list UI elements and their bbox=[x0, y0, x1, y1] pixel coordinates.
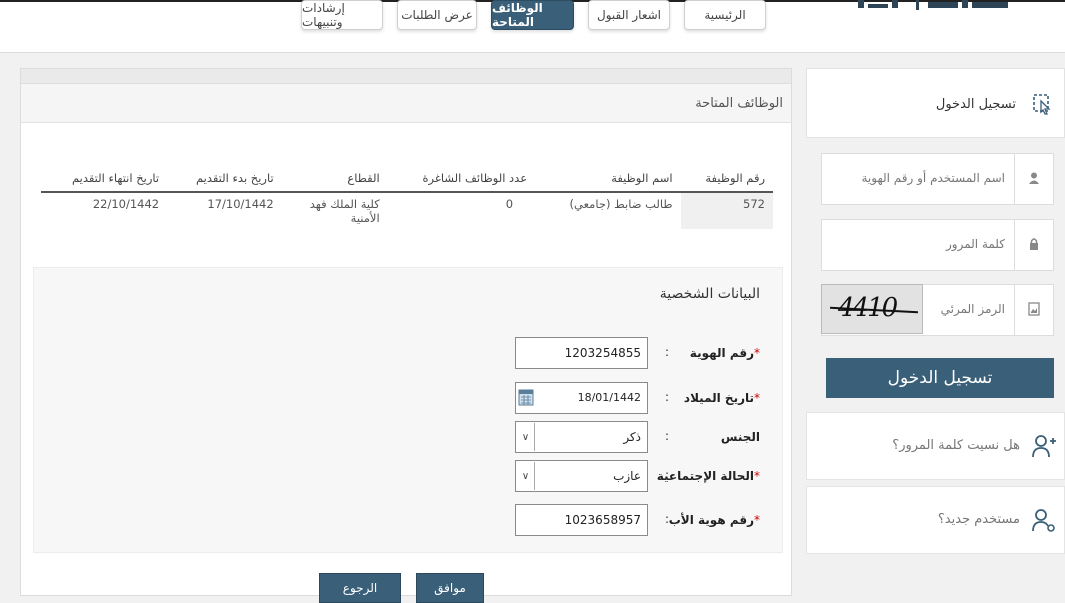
cell-start-date: 17/10/1442 bbox=[207, 197, 274, 211]
nav-available-jobs[interactable]: الوظائف المتاحة bbox=[491, 0, 574, 30]
captcha-placeholder: الرمز المرئي bbox=[940, 302, 1005, 316]
login-icon bbox=[1033, 94, 1051, 115]
main-panel: الوظائف المتاحة رقم الوظيفة اسم الوظيفة … bbox=[20, 68, 792, 603]
forgot-password-label: هل نسيت كلمة المرور؟ bbox=[892, 438, 1020, 453]
id-input[interactable]: 1203254855 bbox=[515, 337, 648, 369]
col-job-number: رقم الوظيفة bbox=[680, 165, 773, 193]
cell-sector: كلية الملك فهد الأمنية bbox=[309, 197, 380, 225]
nav-instructions[interactable]: إرشادات وتنبيهات bbox=[301, 0, 383, 30]
father-id-row: رقم هوية الأب* : 1023658957 bbox=[32, 504, 782, 536]
page-title: الوظائف المتاحة bbox=[695, 96, 783, 111]
calendar-icon[interactable] bbox=[518, 388, 534, 406]
personal-data-title: البيانات الشخصية bbox=[659, 286, 760, 302]
captcha-image: 4410 bbox=[821, 284, 923, 334]
back-button[interactable]: الرجوع bbox=[319, 573, 401, 603]
user-icon bbox=[1029, 172, 1039, 184]
id-label: رقم الهوية* bbox=[689, 346, 760, 360]
login-title: تسجيل الدخول bbox=[935, 97, 1016, 112]
father-id-label: رقم هوية الأب* bbox=[668, 513, 760, 527]
forgot-password-link[interactable]: هل نسيت كلمة المرور؟ bbox=[806, 412, 1065, 480]
id-row: رقم الهوية* : 1203254855 bbox=[32, 337, 782, 369]
image-icon bbox=[1028, 302, 1040, 316]
cell-end-date: 22/10/1442 bbox=[92, 197, 160, 211]
lock-icon bbox=[1030, 238, 1038, 250]
login-header: تسجيل الدخول bbox=[806, 68, 1065, 138]
table-header-row: رقم الوظيفة اسم الوظيفة عدد الوظائف الشا… bbox=[41, 165, 773, 193]
dob-colon: : bbox=[664, 390, 669, 404]
field-divider bbox=[1014, 154, 1015, 204]
site-logo bbox=[858, 0, 1013, 18]
gender-label: الجنس bbox=[720, 430, 760, 444]
dob-input[interactable]: 18/01/1442 bbox=[515, 382, 648, 414]
col-end-date: تاريخ انتهاء التقديم bbox=[41, 165, 168, 193]
username-placeholder: اسم المستخدم أو رقم الهوية bbox=[861, 171, 1005, 185]
jobs-table: رقم الوظيفة اسم الوظيفة عدد الوظائف الشا… bbox=[41, 165, 773, 229]
ok-button[interactable]: موافق bbox=[416, 573, 484, 603]
cell-vacancies: 0 bbox=[505, 197, 514, 211]
nav-acceptance-notice[interactable]: اشعار القبول bbox=[588, 0, 670, 30]
personal-data-section: البيانات الشخصية رقم الهوية* : 120325485… bbox=[33, 267, 783, 553]
dob-label: تاريخ الميلاد* bbox=[683, 391, 760, 405]
panel-strip bbox=[21, 69, 791, 84]
father-id-input[interactable]: 1023658957 bbox=[515, 504, 648, 536]
dob-row: تاريخ الميلاد* : 18/01/1442 bbox=[32, 382, 782, 414]
col-vacancies: عدد الوظائف الشاغرة bbox=[387, 165, 536, 193]
cell-job-number: 572 bbox=[680, 192, 773, 229]
login-button[interactable]: تسجيل الدخول bbox=[826, 358, 1054, 398]
marital-label: الحالة الإجتماعية* bbox=[656, 469, 760, 483]
user-key-icon bbox=[1032, 509, 1055, 532]
new-user-link[interactable]: مستخدم جديد؟ bbox=[806, 486, 1065, 554]
marital-row: الحالة الإجتماعية* : عازب ∨ bbox=[32, 460, 782, 492]
top-bar: الرئيسية اشعار القبول الوظائف المتاحة عر… bbox=[0, 0, 1065, 53]
field-divider bbox=[1014, 285, 1015, 335]
id-colon: : bbox=[664, 345, 669, 359]
nav-home[interactable]: الرئيسية bbox=[684, 0, 766, 30]
marital-colon: : bbox=[664, 468, 669, 482]
gender-row: الجنس : ذكر ∨ bbox=[32, 421, 782, 453]
panel-header: الوظائف المتاحة bbox=[21, 84, 791, 123]
table-row[interactable]: 572 طالب ضابط (جامعي) 0 كلية الملك فهد ا… bbox=[41, 192, 773, 229]
col-start-date: تاريخ بدء التقديم bbox=[167, 165, 282, 193]
nav-view-applications[interactable]: عرض الطلبات bbox=[397, 0, 477, 30]
cell-job-name: طالب ضابط (جامعي) bbox=[569, 197, 673, 211]
col-sector: القطاع bbox=[281, 165, 388, 193]
password-placeholder: كلمة المرور bbox=[945, 237, 1005, 251]
password-field[interactable]: كلمة المرور bbox=[821, 219, 1054, 271]
father-id-colon: : bbox=[664, 512, 669, 526]
login-sidebar: تسجيل الدخول اسم المستخدم أو رقم الهوية … bbox=[806, 68, 1065, 596]
username-field[interactable]: اسم المستخدم أو رقم الهوية bbox=[821, 153, 1054, 205]
user-plus-icon bbox=[1032, 435, 1056, 458]
col-job-name: اسم الوظيفة bbox=[535, 165, 681, 193]
chevron-down-icon[interactable]: ∨ bbox=[517, 423, 535, 451]
gender-colon: : bbox=[664, 429, 669, 443]
chevron-down-icon[interactable]: ∨ bbox=[517, 462, 535, 490]
new-user-label: مستخدم جديد؟ bbox=[937, 512, 1020, 527]
field-divider bbox=[1014, 220, 1015, 270]
logo-graphic bbox=[858, 0, 1008, 10]
